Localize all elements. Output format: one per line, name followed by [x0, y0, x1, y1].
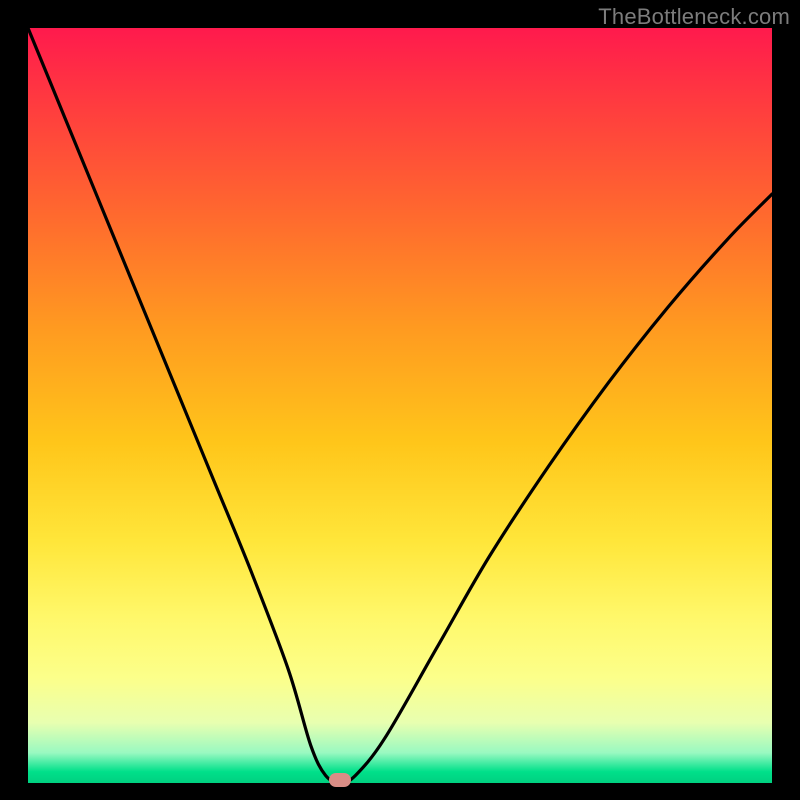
plot-area	[28, 28, 772, 783]
bottleneck-curve	[28, 28, 772, 783]
chart-frame: TheBottleneck.com	[0, 0, 800, 800]
watermark-text: TheBottleneck.com	[598, 4, 790, 30]
min-marker	[329, 773, 351, 787]
